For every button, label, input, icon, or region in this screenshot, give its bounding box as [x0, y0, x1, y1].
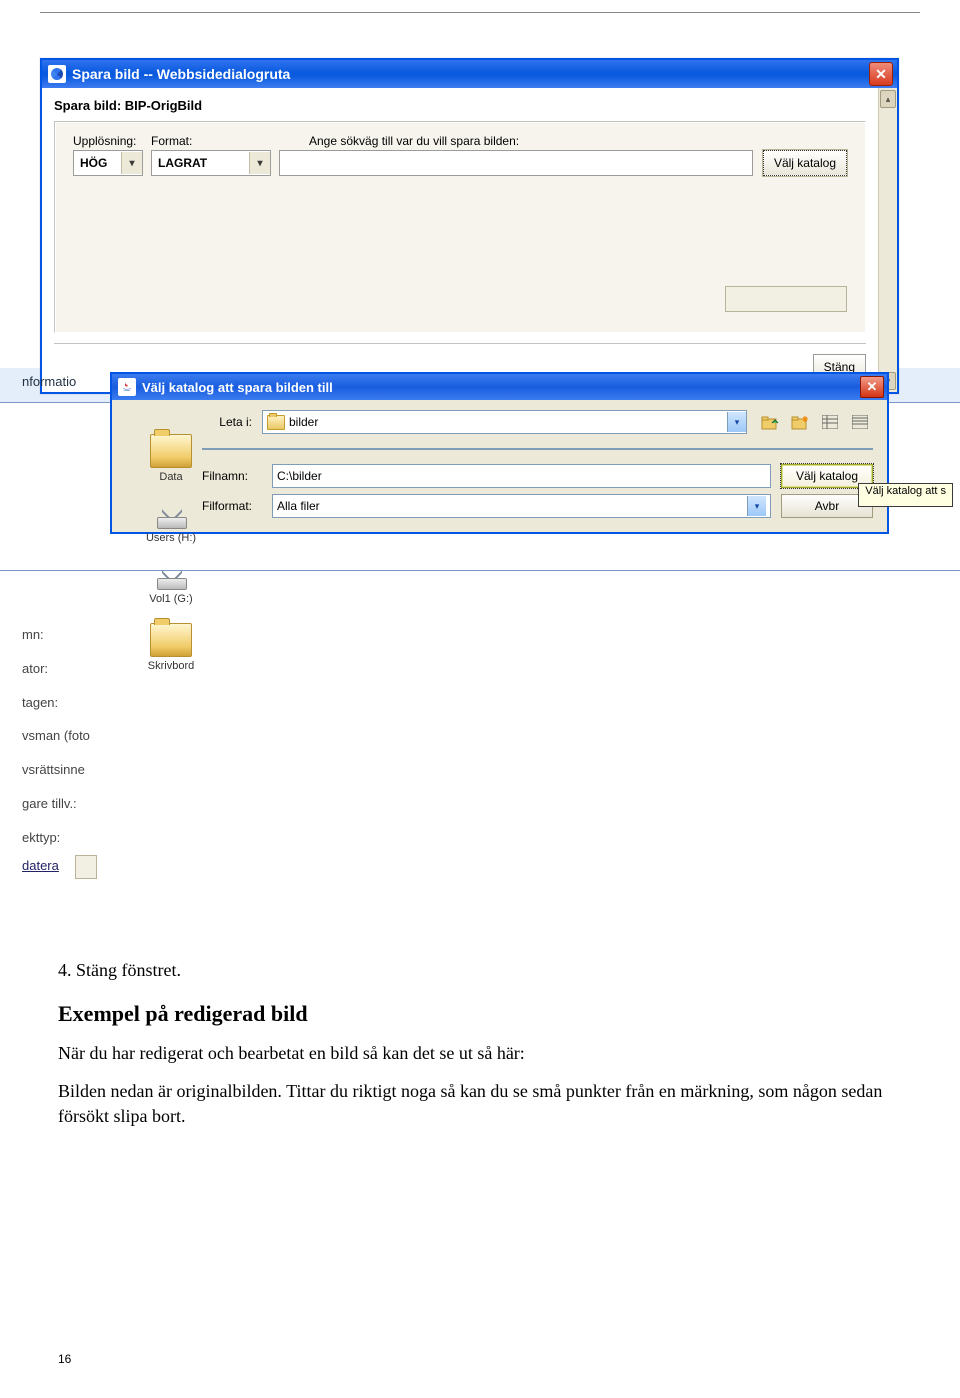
- tooltip: Välj katalog att s: [858, 483, 953, 507]
- filename-value: C:\bilder: [277, 469, 322, 483]
- cancel-label: Avbr: [815, 499, 839, 513]
- bg-left-label-4: vsrättsinne: [22, 753, 112, 787]
- dialog2-close-button[interactable]: ✕: [860, 376, 884, 398]
- save-image-dialog: Spara bild -- Webbsidedialogruta ✕ Spara…: [40, 58, 899, 394]
- bg-left-label-1: ator:: [22, 652, 112, 686]
- document-text: 4. Stäng fönstret. Exempel på redigerad …: [58, 960, 900, 1142]
- place-label-1: Users (H:): [146, 532, 196, 544]
- dialog1-title: Spara bild -- Webbsidedialogruta: [72, 66, 290, 82]
- bg-info-label: nformatio: [22, 374, 76, 389]
- bg-left-label-5: gare tillv.:: [22, 787, 112, 821]
- browse-button[interactable]: Välj katalog: [763, 150, 847, 176]
- scroll-up-icon[interactable]: ▴: [880, 90, 896, 108]
- paragraph-2: Bilden nedan är originalbilden. Tittar d…: [58, 1079, 900, 1128]
- page-top-rule: [40, 0, 920, 13]
- bg-left-label-2: tagen:: [22, 686, 112, 720]
- file-list-pane[interactable]: [202, 448, 873, 450]
- place-vol1-g[interactable]: Vol1 (G:): [149, 562, 192, 605]
- lookin-value: bilder: [289, 415, 318, 429]
- dialog1-header: Spara bild: BIP-OrigBild: [54, 98, 202, 113]
- folder-icon: [267, 415, 285, 430]
- lookin-label: Leta i:: [202, 415, 252, 429]
- java-icon: [118, 378, 136, 396]
- bg-update-link[interactable]: datera: [22, 858, 59, 873]
- dialog1-close-button[interactable]: ✕: [869, 62, 893, 86]
- resolution-value: HÖG: [80, 156, 107, 170]
- details-view-button[interactable]: [847, 410, 873, 434]
- list-view-button[interactable]: [817, 410, 843, 434]
- place-desktop[interactable]: Skrivbord: [148, 623, 194, 672]
- example-heading: Exempel på redigerad bild: [58, 1001, 900, 1027]
- new-folder-button[interactable]: [787, 410, 813, 434]
- ie-icon: [48, 65, 66, 83]
- network-drive-icon: [151, 501, 191, 529]
- dialog1-titlebar[interactable]: Spara bild -- Webbsidedialogruta ✕: [42, 60, 897, 88]
- filename-input[interactable]: C:\bilder: [272, 464, 771, 488]
- bg-left-label-3: vsman (foto: [22, 719, 112, 753]
- chevron-down-icon: ▾: [727, 412, 746, 432]
- filetype-combo[interactable]: Alla filer ▾: [272, 494, 771, 518]
- dialog2-title: Välj katalog att spara bilden till: [142, 380, 333, 395]
- chevron-down-icon: ▾: [249, 152, 270, 174]
- browse-button-label: Välj katalog: [774, 156, 836, 170]
- lookin-combo[interactable]: bilder ▾: [262, 410, 747, 434]
- savepath-input[interactable]: [279, 150, 753, 176]
- resolution-select[interactable]: HÖG ▾: [73, 150, 143, 176]
- page-number: 16: [58, 1352, 71, 1366]
- bg-cut-text: ur: [924, 58, 958, 84]
- dialog1-scrollbar[interactable]: ▴ ▾: [878, 88, 897, 392]
- dialog2-titlebar[interactable]: Välj katalog att spara bilden till ✕: [112, 374, 887, 400]
- dialog1-empty-button[interactable]: [725, 286, 847, 312]
- folder-icon: [150, 623, 192, 657]
- chevron-down-icon: ▾: [747, 496, 766, 516]
- savepath-label: Ange sökväg till var du vill spara bilde…: [309, 134, 847, 148]
- step-4: 4. Stäng fönstret.: [58, 960, 900, 981]
- choose-folder-label: Välj katalog: [796, 469, 858, 483]
- bg-left-label-6: ekttyp:: [22, 821, 112, 855]
- chevron-down-icon: ▾: [121, 152, 142, 174]
- format-label: Format:: [151, 134, 271, 148]
- close-icon: ✕: [875, 66, 887, 83]
- place-label-3: Skrivbord: [148, 660, 194, 672]
- close-icon: ✕: [867, 379, 878, 395]
- place-label-0: Data: [159, 471, 182, 483]
- format-select[interactable]: LAGRAT ▾: [151, 150, 271, 176]
- paragraph-1: När du har redigerat och bearbetat en bi…: [58, 1041, 900, 1065]
- resolution-label: Upplösning:: [73, 134, 143, 148]
- place-users-h[interactable]: Users (H:): [146, 501, 196, 544]
- bg-update-button-cut: [75, 855, 97, 879]
- place-data[interactable]: Data: [150, 434, 192, 483]
- filename-label: Filnamn:: [202, 469, 262, 483]
- filetype-label: Filformat:: [202, 499, 262, 513]
- bg-left-labels: mn: ator: tagen: vsman (foto vsrättsinne…: [22, 618, 112, 855]
- filetype-value: Alla filer: [277, 499, 320, 513]
- up-folder-button[interactable]: [757, 410, 783, 434]
- choose-folder-dialog: Välj katalog att spara bilden till ✕ Dat…: [110, 372, 889, 534]
- place-label-2: Vol1 (G:): [149, 593, 192, 605]
- bg-left-label-0: mn:: [22, 618, 112, 652]
- format-value: LAGRAT: [158, 156, 207, 170]
- folder-icon: [150, 434, 192, 468]
- network-drive-icon: [151, 562, 191, 590]
